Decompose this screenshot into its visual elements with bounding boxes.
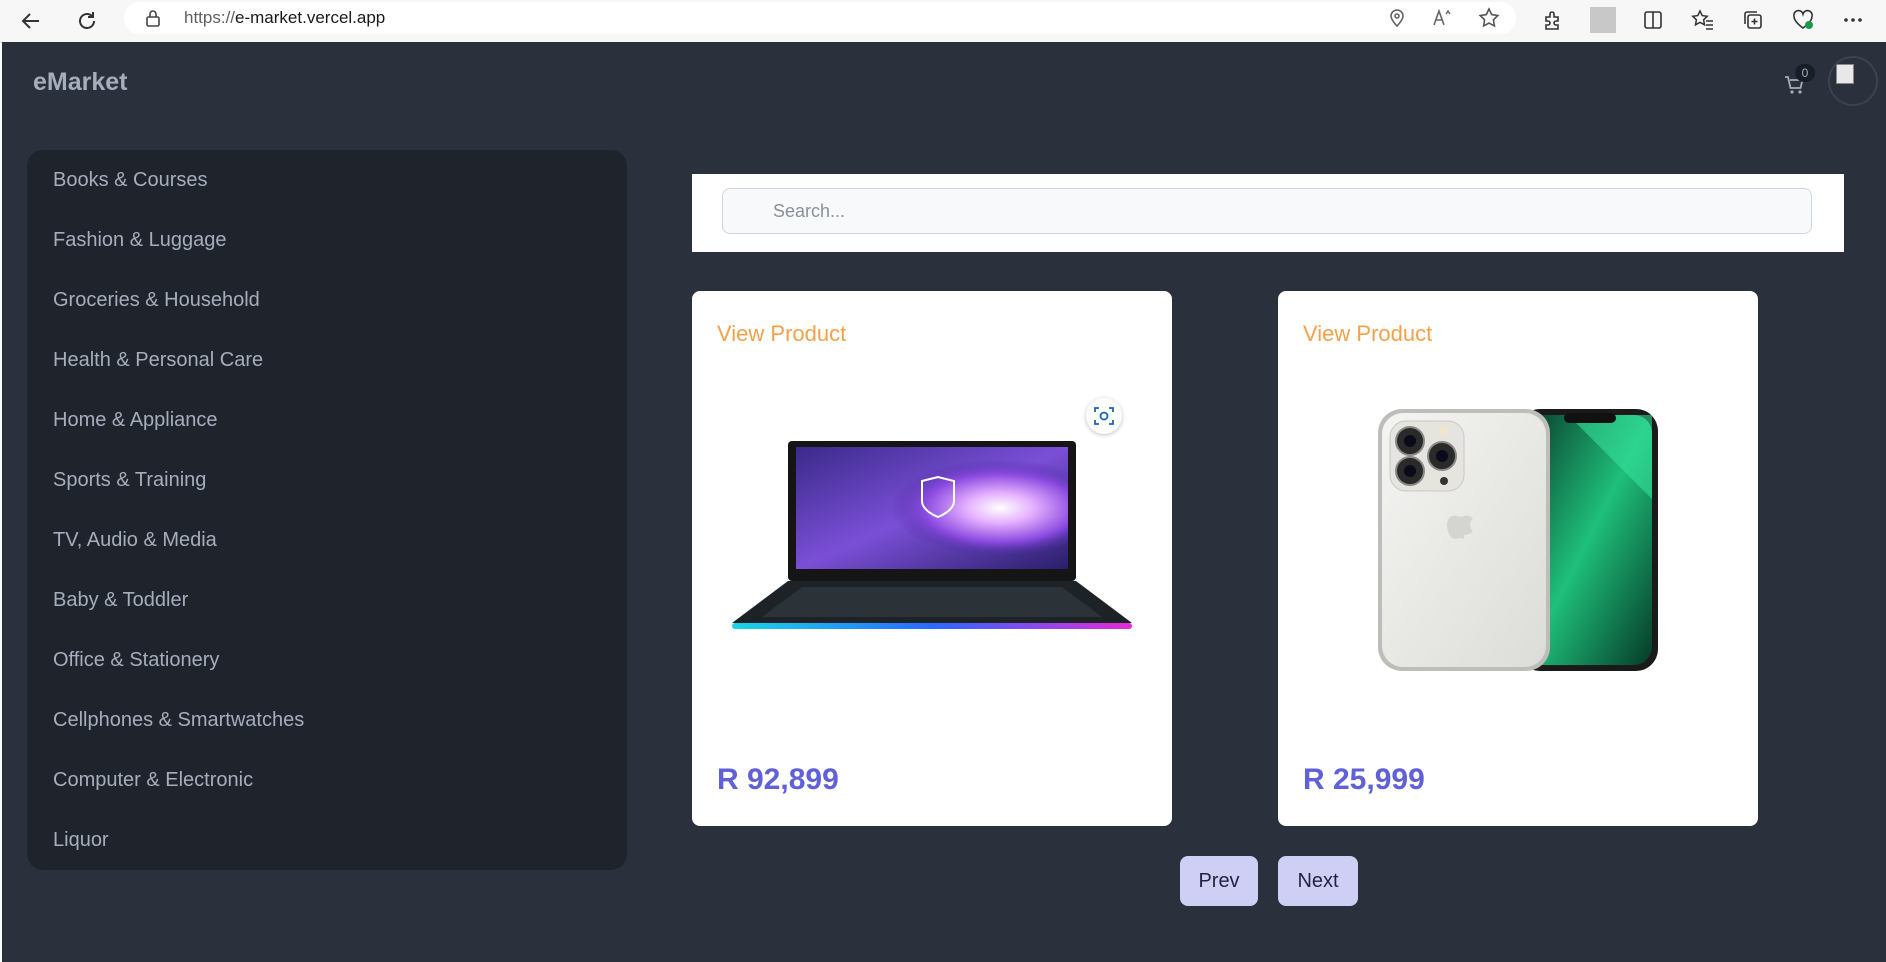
- product-image-laptop[interactable]: [732, 441, 1132, 646]
- search-bar: [692, 174, 1844, 252]
- prev-button[interactable]: Prev: [1180, 856, 1258, 906]
- category-sidebar: Books & Courses Fashion & Luggage Grocer…: [27, 150, 627, 870]
- extensions-icon[interactable]: [1540, 7, 1566, 33]
- toolbar-divider: [1590, 7, 1616, 33]
- search-input[interactable]: [722, 188, 1812, 234]
- view-product-link[interactable]: View Product: [1303, 321, 1432, 347]
- sidebar-item-office-stationery[interactable]: Office & Stationery: [53, 640, 603, 680]
- sidebar-item-cellphones-smartwatches[interactable]: Cellphones & Smartwatches: [53, 700, 603, 740]
- browser-toolbar: https://e-market.vercel.app: [0, 0, 1886, 43]
- read-aloud-icon[interactable]: [1430, 5, 1456, 31]
- sidebar-item-liquor[interactable]: Liquor: [53, 820, 603, 860]
- sidebar-item-books-courses[interactable]: Books & Courses: [53, 160, 603, 200]
- app-shell: eMarket 0 Books & Courses Fashion & Lugg…: [2, 42, 1886, 962]
- favorites-icon[interactable]: [1690, 7, 1716, 33]
- collections-icon[interactable]: [1740, 7, 1766, 33]
- product-card[interactable]: View Product: [692, 291, 1172, 826]
- url-text[interactable]: https://e-market.vercel.app: [184, 8, 385, 28]
- sidebar-item-groceries-household[interactable]: Groceries & Household: [53, 280, 603, 320]
- broken-image-icon: [1836, 64, 1854, 84]
- back-icon[interactable]: [16, 6, 46, 36]
- product-price: R 92,899: [717, 763, 839, 796]
- sidebar-item-baby-toddler[interactable]: Baby & Toddler: [53, 580, 603, 620]
- visual-search-icon[interactable]: [1086, 398, 1122, 434]
- sidebar-item-fashion-luggage[interactable]: Fashion & Luggage: [53, 220, 603, 260]
- sidebar-item-home-appliance[interactable]: Home & Appliance: [53, 400, 603, 440]
- browser-essentials-icon[interactable]: [1790, 7, 1816, 33]
- sidebar-item-computer-electronic[interactable]: Computer & Electronic: [53, 760, 603, 800]
- favorite-star-icon[interactable]: [1476, 5, 1502, 31]
- address-bar[interactable]: https://e-market.vercel.app: [124, 2, 1516, 34]
- sidebar-item-sports-training[interactable]: Sports & Training: [53, 460, 603, 500]
- product-image-smartphone[interactable]: [1378, 409, 1658, 676]
- refresh-icon[interactable]: [72, 6, 102, 36]
- product-card[interactable]: View Product: [1278, 291, 1758, 826]
- location-icon[interactable]: [1384, 5, 1410, 31]
- split-screen-icon[interactable]: [1640, 7, 1666, 33]
- cart-count-badge: 0: [1795, 64, 1815, 82]
- lock-icon[interactable]: [144, 9, 162, 27]
- brand-logo[interactable]: eMarket: [33, 68, 128, 97]
- next-button[interactable]: Next: [1278, 856, 1358, 906]
- sidebar-item-tv-audio-media[interactable]: TV, Audio & Media: [53, 520, 603, 560]
- view-product-link[interactable]: View Product: [717, 321, 846, 347]
- sidebar-item-health-personal-care[interactable]: Health & Personal Care: [53, 340, 603, 380]
- more-menu-icon[interactable]: [1840, 7, 1866, 33]
- avatar[interactable]: [1828, 56, 1878, 106]
- product-price: R 25,999: [1303, 763, 1425, 796]
